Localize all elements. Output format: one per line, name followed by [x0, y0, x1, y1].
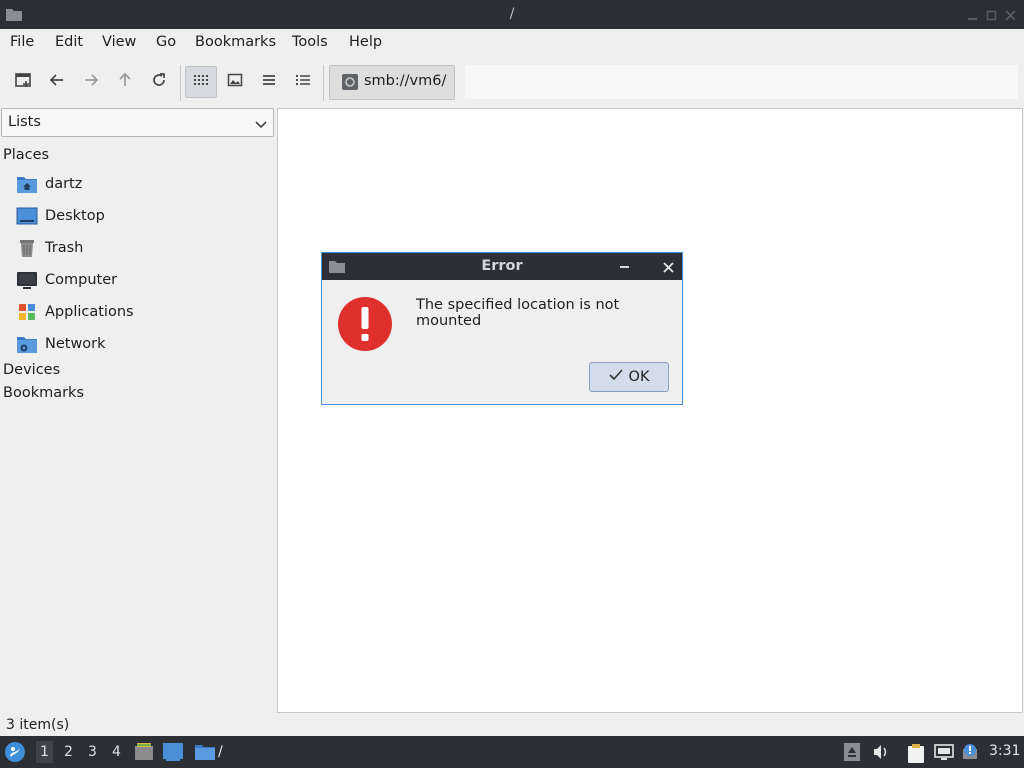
menu-help[interactable]: Help [349, 34, 382, 50]
show-desktop-icon[interactable] [163, 743, 183, 765]
devices-heading[interactable]: Devices [3, 362, 60, 378]
back-button[interactable] [41, 66, 73, 98]
workspace-4[interactable]: 4 [112, 744, 121, 760]
side-panel-mode-value: Lists [8, 114, 41, 130]
detailed-list-button[interactable] [287, 66, 319, 98]
workspace-2[interactable]: 2 [64, 744, 73, 760]
checkmark-icon [608, 369, 623, 385]
network-wired-icon[interactable] [934, 743, 954, 765]
bookmarks-heading[interactable]: Bookmarks [3, 385, 84, 401]
reload-button[interactable] [143, 66, 175, 98]
taskbar: 1 2 3 4 / 3:31 [0, 736, 1024, 768]
close-icon[interactable] [1005, 9, 1016, 21]
detailed-list-icon [295, 72, 311, 92]
compact-view-icon [261, 72, 277, 92]
file-manager-launcher-icon[interactable] [134, 742, 154, 766]
new-tab-button[interactable] [7, 66, 39, 98]
maximize-icon[interactable] [986, 9, 997, 21]
sidebar-item-network[interactable]: Network [16, 332, 106, 356]
icon-view-button[interactable] [185, 66, 217, 98]
path-bar[interactable] [465, 65, 1018, 99]
clock[interactable]: 3:31 [989, 743, 1020, 759]
sidebar-item-label: dartz [45, 176, 83, 192]
sidebar-item-home[interactable]: dartz [16, 172, 82, 196]
dialog-close-icon[interactable] [663, 261, 674, 277]
trash-icon [16, 237, 38, 259]
places-heading[interactable]: Places [3, 147, 49, 163]
sidebar-item-label: Applications [45, 304, 134, 320]
sidebar-item-trash[interactable]: Trash [16, 236, 83, 260]
back-icon [49, 72, 65, 92]
volume-icon[interactable] [872, 743, 890, 765]
taskbar-window-folder-icon[interactable] [194, 743, 216, 765]
minimize-icon[interactable] [967, 9, 978, 20]
menu-go[interactable]: Go [156, 34, 176, 50]
desktop-icon [16, 205, 38, 227]
ok-button-label: OK [628, 369, 650, 385]
window-title: / [509, 6, 515, 22]
window-titlebar: / [0, 0, 1024, 29]
dialog-message: The specified location is not mounted [416, 297, 620, 329]
sidebar-item-desktop[interactable]: Desktop [16, 204, 105, 228]
up-button[interactable] [109, 66, 141, 98]
start-menu-icon[interactable] [4, 741, 26, 767]
path-button-smb[interactable]: smb://vm6/ [329, 65, 455, 100]
path-button-label: smb://vm6/ [364, 73, 447, 89]
dialog-titlebar[interactable]: Error [322, 253, 682, 280]
sidebar-item-label: Computer [45, 272, 118, 288]
update-notification-icon[interactable] [961, 743, 981, 765]
applications-icon [16, 301, 38, 323]
thumbnail-view-button[interactable] [219, 66, 251, 98]
toolbar: smb://vm6/ [0, 57, 1024, 107]
forward-button[interactable] [75, 66, 107, 98]
menu-edit[interactable]: Edit [55, 34, 83, 50]
clipboard-icon[interactable] [907, 743, 925, 767]
menu-bookmarks[interactable]: Bookmarks [195, 34, 276, 50]
compact-view-button[interactable] [253, 66, 285, 98]
error-dialog: Error The specified location is not moun… [321, 252, 683, 405]
toolbar-separator [323, 65, 324, 101]
sidebar-item-label: Network [45, 336, 106, 352]
file-view-area[interactable] [277, 108, 1023, 713]
workspace-3[interactable]: 3 [88, 744, 97, 760]
sidebar-item-applications[interactable]: Applications [16, 300, 134, 324]
sidebar-item-computer[interactable]: Computer [16, 268, 117, 292]
eject-icon[interactable] [844, 743, 860, 765]
network-folder-icon [16, 333, 38, 355]
status-item-count: 3 item(s) [6, 717, 70, 733]
menu-file[interactable]: File [10, 34, 34, 50]
menu-bar: File Edit View Go Bookmarks Tools Help [0, 29, 1024, 57]
side-panel-mode-select[interactable]: Lists [1, 108, 274, 137]
ok-button[interactable]: OK [589, 362, 669, 392]
error-icon [337, 296, 393, 356]
computer-icon [16, 269, 38, 291]
home-folder-icon [16, 173, 38, 195]
icon-view-icon [193, 72, 209, 92]
menu-tools[interactable]: Tools [292, 34, 328, 50]
toolbar-separator [180, 65, 181, 101]
taskbar-window-label[interactable]: / [218, 744, 223, 760]
sidebar-item-label: Trash [45, 240, 84, 256]
sidebar-item-label: Desktop [45, 208, 105, 224]
workspace-1[interactable]: 1 [36, 741, 53, 763]
chevron-down-icon [255, 117, 267, 133]
network-drive-icon [342, 74, 358, 94]
thumbnail-view-icon [227, 72, 243, 92]
menu-view[interactable]: View [102, 34, 136, 50]
dialog-minimize-icon[interactable] [620, 266, 629, 268]
reload-icon [151, 72, 167, 92]
new-tab-icon [14, 71, 32, 93]
up-icon [117, 72, 133, 92]
forward-icon [83, 72, 99, 92]
